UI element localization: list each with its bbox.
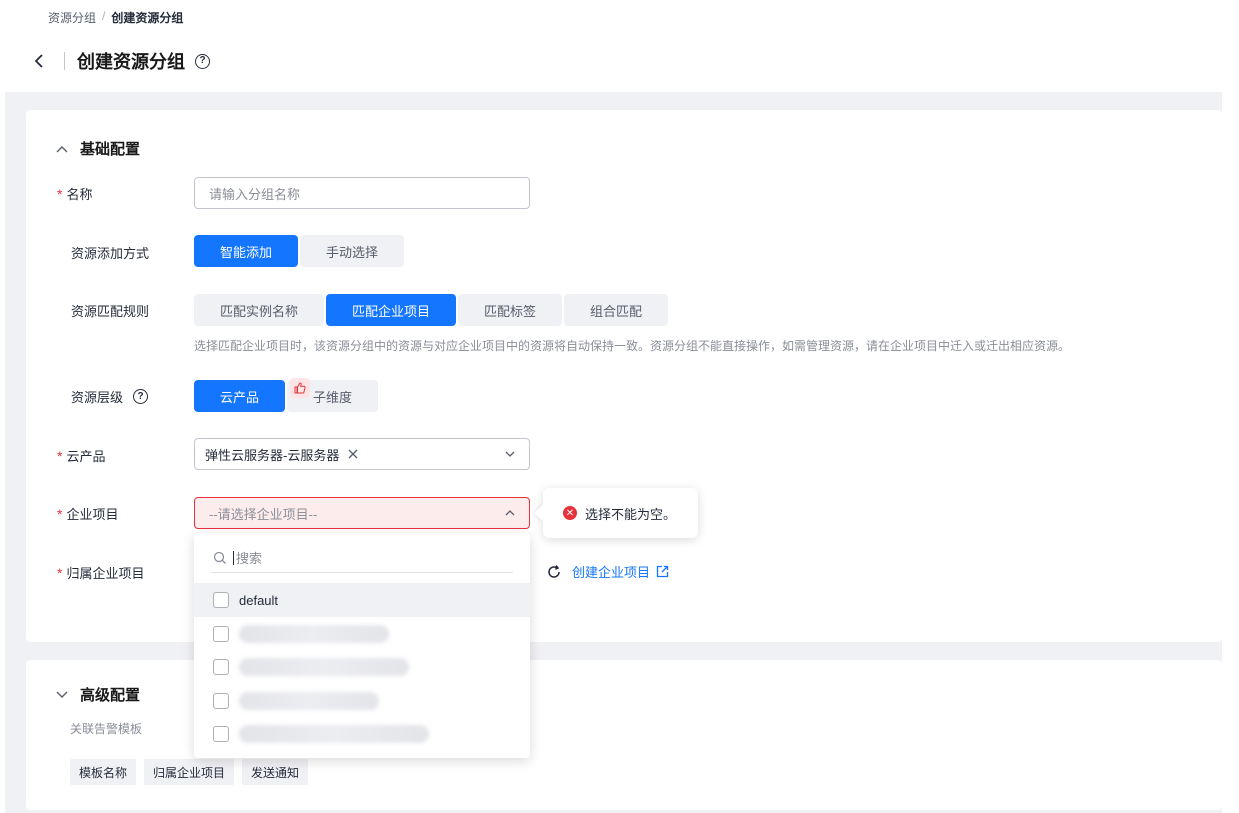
refresh-icon[interactable]	[546, 564, 562, 580]
required-mark: *	[57, 185, 63, 202]
alarm-template-label: 关联告警模板	[70, 722, 143, 736]
breadcrumb-parent[interactable]: 资源分组	[48, 9, 96, 26]
match-tag-option[interactable]: 匹配标签	[458, 294, 563, 326]
text-caret	[233, 550, 234, 565]
option-label: default	[239, 592, 279, 608]
page-header: 资源分组 / 创建资源分组 创建资源分组 ?	[0, 0, 1239, 92]
dropdown-option[interactable]	[194, 684, 530, 718]
add-method-label: 资源添加方式	[71, 246, 150, 261]
cloud-product-tag-label: 弹性云服务器-云服务器	[205, 447, 340, 463]
option-checkbox[interactable]	[213, 592, 229, 608]
redacted-option-label	[239, 725, 429, 743]
breadcrumb: 资源分组 / 创建资源分组	[48, 9, 183, 26]
add-method-smart-option[interactable]: 智能添加	[194, 235, 299, 267]
level-help-icon[interactable]: ?	[133, 389, 149, 404]
enterprise-project-label: * 企业项目	[57, 505, 119, 523]
cloud-product-tag: 弹性云服务器-云服务器	[205, 445, 359, 464]
error-message: 选择不能为空。	[585, 506, 677, 522]
breadcrumb-separator: /	[102, 9, 106, 23]
cloud-product-select[interactable]: 弹性云服务器-云服务器	[194, 438, 530, 470]
dropdown-search-placeholder: 搜索	[236, 551, 263, 566]
match-instance-name-option[interactable]: 匹配实例名称	[194, 294, 325, 326]
option-checkbox[interactable]	[213, 626, 229, 642]
match-rule-toggle: 匹配实例名称 匹配企业项目 匹配标签 组合匹配	[194, 294, 669, 326]
basic-config-header[interactable]: 基础配置	[56, 138, 140, 159]
chevron-down-icon	[56, 691, 68, 698]
chevron-left-icon	[34, 54, 43, 68]
column-header: 模板名称	[70, 759, 137, 785]
dropdown-option-default[interactable]: default	[194, 583, 530, 617]
basic-config-title: 基础配置	[80, 141, 141, 158]
back-button[interactable]	[28, 50, 50, 72]
chevron-up-icon	[505, 510, 515, 516]
advanced-config-title: 高级配置	[80, 687, 141, 704]
column-header: 归属企业项目	[144, 759, 235, 785]
redacted-option-label	[239, 658, 409, 676]
create-enterprise-project-link[interactable]: 创建企业项目	[572, 562, 669, 581]
redacted-option-label	[239, 692, 379, 710]
match-rule-hint: 选择匹配企业项目时，该资源分组中的资源与对应企业项目中的资源将自动保持一致。资源…	[194, 339, 1071, 353]
option-checkbox[interactable]	[213, 659, 229, 675]
dropdown-option[interactable]	[194, 650, 530, 684]
enterprise-project-placeholder: --请选择企业项目--	[209, 506, 318, 522]
required-mark: *	[57, 447, 63, 464]
option-checkbox[interactable]	[213, 726, 229, 742]
enterprise-project-dropdown: 搜索 default	[194, 533, 530, 758]
owner-project-actions: 创建企业项目	[546, 562, 669, 581]
owner-project-label: * 归属企业项目	[57, 564, 145, 582]
thumbs-up-icon	[290, 378, 310, 398]
required-mark: *	[57, 564, 63, 581]
alarm-template-table-header: 模板名称 归属企业项目 发送通知	[70, 759, 309, 785]
breadcrumb-current: 创建资源分组	[111, 11, 184, 25]
dropdown-option[interactable]	[194, 717, 530, 751]
name-label: * 名称	[57, 185, 93, 203]
level-label: 资源层级 ?	[71, 387, 149, 406]
chevron-up-icon	[56, 145, 68, 152]
title-divider	[64, 52, 65, 70]
match-rule-label: 资源匹配规则	[71, 304, 150, 319]
title-row: 创建资源分组 ?	[28, 46, 210, 76]
redacted-option-label	[239, 625, 389, 643]
required-mark: *	[57, 505, 63, 522]
add-method-manual-option[interactable]: 手动选择	[300, 235, 405, 267]
dropdown-option[interactable]	[194, 617, 530, 651]
match-enterprise-project-option[interactable]: 匹配企业项目	[326, 294, 457, 326]
page-title: 创建资源分组	[77, 52, 185, 72]
chevron-down-icon	[505, 451, 515, 457]
combined-match-option[interactable]: 组合匹配	[564, 294, 669, 326]
external-link-icon	[656, 565, 669, 578]
option-checkbox[interactable]	[213, 693, 229, 709]
cloud-product-label: * 云产品	[57, 447, 106, 465]
name-input[interactable]: 请输入分组名称	[194, 177, 530, 209]
level-toggle: 云产品 子维度	[194, 380, 379, 412]
enterprise-project-select[interactable]: --请选择企业项目--	[194, 497, 530, 529]
column-header: 发送通知	[242, 759, 309, 785]
level-cloud-product-option[interactable]: 云产品	[194, 380, 286, 412]
advanced-config-header[interactable]: 高级配置	[56, 684, 140, 705]
dropdown-search-input[interactable]: 搜索	[211, 543, 513, 573]
add-method-toggle: 智能添加 手动选择	[194, 235, 405, 267]
remove-tag-icon[interactable]	[347, 448, 359, 460]
error-tooltip: ✕ 选择不能为空。	[543, 488, 698, 538]
help-icon[interactable]: ?	[195, 53, 210, 69]
search-icon	[213, 551, 226, 564]
error-icon: ✕	[563, 506, 577, 520]
name-input-placeholder: 请输入分组名称	[209, 186, 301, 202]
